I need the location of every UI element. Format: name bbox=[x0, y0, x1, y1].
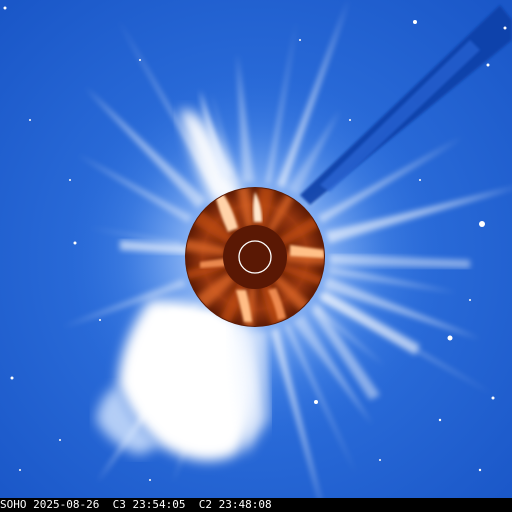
star bbox=[478, 468, 482, 472]
star bbox=[149, 479, 151, 481]
star bbox=[19, 469, 21, 471]
star bbox=[59, 439, 61, 441]
star bbox=[73, 241, 77, 245]
star bbox=[99, 319, 101, 321]
star bbox=[491, 396, 495, 400]
star bbox=[3, 6, 7, 10]
star bbox=[314, 400, 318, 404]
star bbox=[469, 299, 471, 301]
c2-time-label: C2 23:48:08 bbox=[198, 498, 272, 511]
star bbox=[486, 63, 490, 67]
coronagraph-image bbox=[0, 0, 512, 498]
star bbox=[447, 335, 453, 341]
star bbox=[479, 221, 485, 227]
star bbox=[379, 459, 381, 461]
caption-bar: SOHO 2025-08-26 C3 23:54:05 C2 23:48:08 bbox=[0, 498, 512, 512]
star bbox=[10, 376, 14, 380]
star bbox=[503, 26, 507, 30]
star bbox=[299, 39, 301, 41]
star bbox=[139, 59, 141, 61]
observatory-label: SOHO bbox=[0, 498, 27, 511]
date-label: 2025-08-26 bbox=[33, 498, 100, 511]
star bbox=[438, 418, 442, 422]
star bbox=[349, 119, 351, 121]
c2-occulter bbox=[223, 225, 287, 289]
c3-time-label: C3 23:54:05 bbox=[112, 498, 186, 511]
star bbox=[413, 20, 417, 24]
star bbox=[419, 179, 421, 181]
star bbox=[29, 119, 31, 121]
star bbox=[69, 179, 71, 181]
